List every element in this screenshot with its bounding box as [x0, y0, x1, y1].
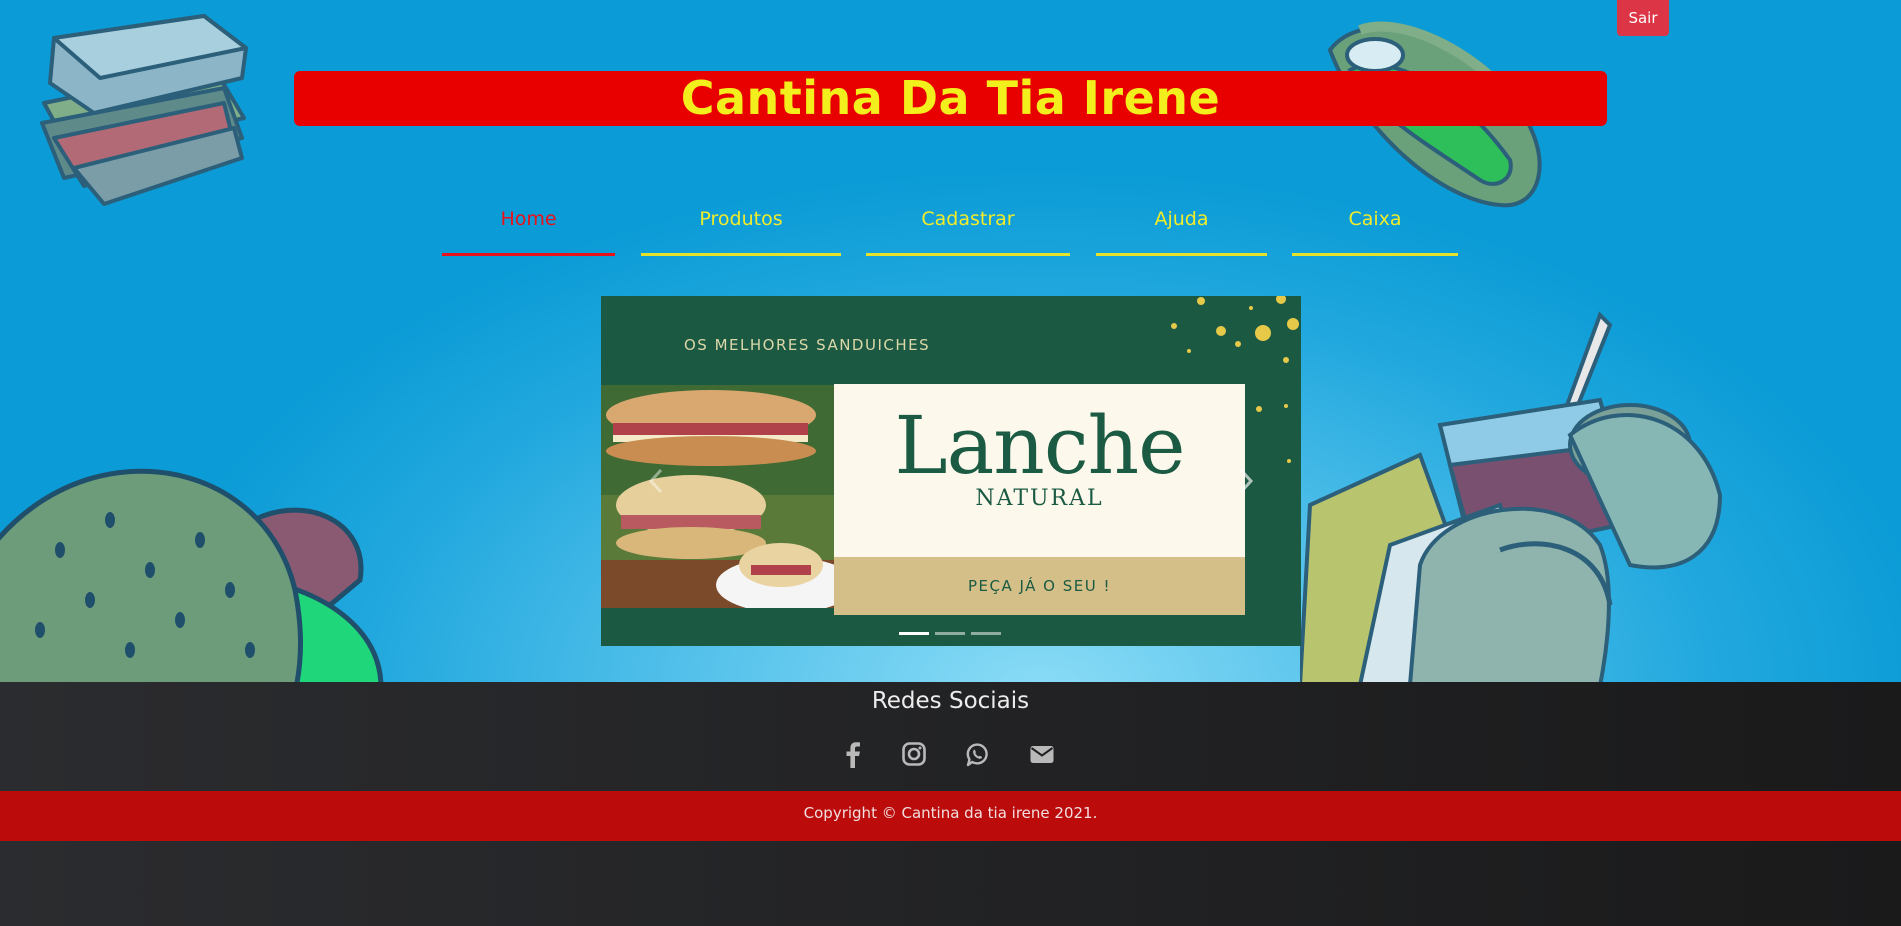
- whatsapp-icon[interactable]: [963, 739, 991, 769]
- copyright-text: Copyright © Cantina da tia irene 2021.: [0, 791, 1901, 841]
- sandwich-illustration: [40, 14, 248, 206]
- carousel-indicator-3[interactable]: [971, 632, 1001, 635]
- hero-background: Sair Cantina Da Tia Irene Home Produtos …: [0, 0, 1901, 682]
- sandwich-photo: [601, 385, 834, 608]
- nav-item-produtos[interactable]: Produtos: [641, 198, 841, 256]
- burger-illustration: [0, 468, 384, 682]
- nav-item-home[interactable]: Home: [442, 198, 615, 256]
- nav-item-caixa[interactable]: Caixa: [1292, 198, 1458, 256]
- facebook-icon[interactable]: [839, 739, 867, 769]
- social-section: Redes Sociais: [0, 682, 1901, 791]
- page-bottom: [0, 841, 1901, 926]
- envelope-icon[interactable]: [1028, 739, 1056, 769]
- site-title: Cantina Da Tia Irene: [680, 71, 1221, 125]
- carousel-headline-panel: Lanche NATURAL: [834, 384, 1245, 557]
- carousel-tagline: OS MELHORES SANDUICHES: [684, 336, 931, 354]
- nav-item-ajuda[interactable]: Ajuda: [1096, 198, 1267, 256]
- logout-button[interactable]: Sair: [1617, 0, 1669, 36]
- carousel-headline: Lanche: [894, 399, 1185, 492]
- carousel-indicator-1[interactable]: [899, 632, 929, 635]
- nav-item-cadastrar[interactable]: Cadastrar: [866, 198, 1070, 256]
- order-now-button[interactable]: PEÇA JÁ O SEU !: [834, 557, 1245, 615]
- combo-meal-illustration: [1300, 311, 1723, 682]
- site-title-banner: Cantina Da Tia Irene: [294, 71, 1607, 126]
- carousel-indicator-2[interactable]: [935, 632, 965, 635]
- social-title: Redes Sociais: [871, 688, 1030, 714]
- carousel-next-icon[interactable]: [1231, 456, 1261, 506]
- carousel-prev-icon[interactable]: [641, 456, 671, 506]
- instagram-icon[interactable]: [900, 739, 928, 769]
- promo-carousel[interactable]: OS MELHORES SANDUICHES Lanche NATURAL PE…: [601, 296, 1301, 646]
